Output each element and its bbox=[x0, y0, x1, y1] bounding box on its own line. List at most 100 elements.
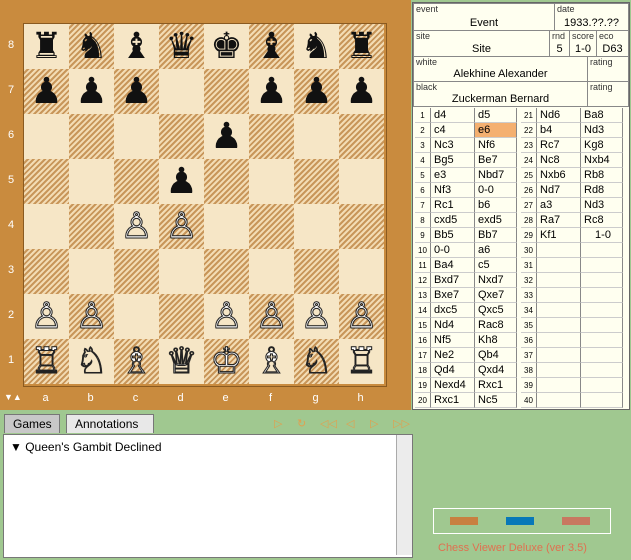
black-move[interactable] bbox=[581, 288, 623, 303]
square-c4[interactable]: ♙ bbox=[114, 204, 159, 249]
white-piece-icon[interactable]: ♙ bbox=[345, 294, 378, 339]
tab-games[interactable]: Games bbox=[4, 414, 60, 433]
white-piece-icon[interactable]: ♔ bbox=[210, 339, 243, 384]
black-move[interactable]: b6 bbox=[475, 198, 517, 213]
black-move[interactable]: Nd3 bbox=[581, 198, 623, 213]
square-c8[interactable]: ♝ bbox=[114, 24, 159, 69]
square-f8[interactable]: ♝ bbox=[249, 24, 294, 69]
square-a7[interactable]: ♟ bbox=[24, 69, 69, 114]
black-piece-icon[interactable]: ♟ bbox=[75, 69, 107, 114]
square-b7[interactable]: ♟ bbox=[69, 69, 114, 114]
white-move[interactable] bbox=[537, 318, 581, 333]
square-h6[interactable] bbox=[339, 114, 384, 159]
annotation-scrollbar[interactable] bbox=[396, 435, 412, 555]
black-move[interactable]: Qxd4 bbox=[475, 363, 517, 378]
black-move[interactable]: Nbd7 bbox=[475, 168, 517, 183]
black-move[interactable] bbox=[581, 273, 623, 288]
black-move[interactable] bbox=[581, 318, 623, 333]
white-move[interactable]: Rc7 bbox=[537, 138, 581, 153]
white-piece-icon[interactable]: ♗ bbox=[120, 339, 153, 384]
black-move[interactable]: Qxe7 bbox=[475, 288, 517, 303]
black-move[interactable]: Ba8 bbox=[581, 108, 623, 123]
black-move[interactable]: e6 bbox=[475, 123, 517, 138]
white-move[interactable] bbox=[537, 288, 581, 303]
white-move[interactable]: Ne2 bbox=[431, 348, 475, 363]
legend-swatch[interactable] bbox=[562, 517, 590, 525]
black-piece-icon[interactable]: ♟ bbox=[30, 69, 62, 114]
white-move[interactable]: Kf1 bbox=[537, 228, 581, 243]
square-g8[interactable]: ♞ bbox=[294, 24, 339, 69]
black-piece-icon[interactable]: ♚ bbox=[210, 24, 242, 69]
square-e4[interactable] bbox=[204, 204, 249, 249]
black-move[interactable]: Rxc1 bbox=[475, 378, 517, 393]
white-move[interactable]: e3 bbox=[431, 168, 475, 183]
white-piece-icon[interactable]: ♘ bbox=[75, 339, 108, 384]
black-piece-icon[interactable]: ♟ bbox=[345, 69, 377, 114]
black-move[interactable]: exd5 bbox=[475, 213, 517, 228]
square-d3[interactable] bbox=[159, 249, 204, 294]
white-move[interactable] bbox=[537, 333, 581, 348]
black-move[interactable]: Qb4 bbox=[475, 348, 517, 363]
square-c2[interactable] bbox=[114, 294, 159, 339]
square-g5[interactable] bbox=[294, 159, 339, 204]
white-piece-icon[interactable]: ♕ bbox=[165, 339, 198, 384]
white-move[interactable]: b4 bbox=[537, 123, 581, 138]
white-move[interactable]: cxd5 bbox=[431, 213, 475, 228]
black-move[interactable]: Nd3 bbox=[581, 123, 623, 138]
black-piece-icon[interactable]: ♟ bbox=[120, 69, 152, 114]
black-move[interactable]: Nf6 bbox=[475, 138, 517, 153]
white-piece-icon[interactable]: ♙ bbox=[75, 294, 108, 339]
white-move[interactable]: Nd6 bbox=[537, 108, 581, 123]
white-move[interactable]: Bb5 bbox=[431, 228, 475, 243]
white-move[interactable]: Ba4 bbox=[431, 258, 475, 273]
black-move[interactable] bbox=[581, 363, 623, 378]
tab-annotations[interactable]: Annotations bbox=[66, 414, 154, 433]
square-d6[interactable] bbox=[159, 114, 204, 159]
black-move[interactable]: Nc5 bbox=[475, 393, 517, 408]
square-h7[interactable]: ♟ bbox=[339, 69, 384, 114]
square-d7[interactable] bbox=[159, 69, 204, 114]
square-b2[interactable]: ♙ bbox=[69, 294, 114, 339]
legend-swatch[interactable] bbox=[450, 517, 478, 525]
square-g3[interactable] bbox=[294, 249, 339, 294]
square-g1[interactable]: ♘ bbox=[294, 339, 339, 384]
square-b6[interactable] bbox=[69, 114, 114, 159]
white-move[interactable]: Qd4 bbox=[431, 363, 475, 378]
square-a2[interactable]: ♙ bbox=[24, 294, 69, 339]
white-move[interactable]: a3 bbox=[537, 198, 581, 213]
black-move[interactable]: 0-0 bbox=[475, 183, 517, 198]
white-move[interactable]: Ra7 bbox=[537, 213, 581, 228]
black-move[interactable] bbox=[581, 393, 623, 408]
white-move[interactable]: Nexd4 bbox=[431, 378, 475, 393]
white-move[interactable]: Rxc1 bbox=[431, 393, 475, 408]
black-move[interactable]: Be7 bbox=[475, 153, 517, 168]
white-move[interactable]: c4 bbox=[431, 123, 475, 138]
black-move[interactable]: Nxb4 bbox=[581, 153, 623, 168]
black-move[interactable]: d5 bbox=[475, 108, 517, 123]
white-move[interactable]: Nc3 bbox=[431, 138, 475, 153]
white-piece-icon[interactable]: ♙ bbox=[210, 294, 243, 339]
square-d4[interactable]: ♙ bbox=[159, 204, 204, 249]
black-move[interactable]: Rc8 bbox=[581, 213, 623, 228]
black-piece-icon[interactable]: ♝ bbox=[255, 24, 287, 69]
square-e8[interactable]: ♚ bbox=[204, 24, 249, 69]
white-move[interactable] bbox=[537, 363, 581, 378]
white-piece-icon[interactable]: ♙ bbox=[255, 294, 288, 339]
square-h1[interactable]: ♖ bbox=[339, 339, 384, 384]
square-h2[interactable]: ♙ bbox=[339, 294, 384, 339]
square-c1[interactable]: ♗ bbox=[114, 339, 159, 384]
square-a5[interactable] bbox=[24, 159, 69, 204]
square-b8[interactable]: ♞ bbox=[69, 24, 114, 69]
square-e5[interactable] bbox=[204, 159, 249, 204]
white-move[interactable]: Nf3 bbox=[431, 183, 475, 198]
square-a3[interactable] bbox=[24, 249, 69, 294]
square-f5[interactable] bbox=[249, 159, 294, 204]
white-move[interactable]: Bxe7 bbox=[431, 288, 475, 303]
square-a4[interactable] bbox=[24, 204, 69, 249]
white-move[interactable] bbox=[537, 378, 581, 393]
square-d1[interactable]: ♕ bbox=[159, 339, 204, 384]
black-move[interactable]: Qxc5 bbox=[475, 303, 517, 318]
white-move[interactable]: Bg5 bbox=[431, 153, 475, 168]
square-g7[interactable]: ♟ bbox=[294, 69, 339, 114]
black-piece-icon[interactable]: ♛ bbox=[165, 24, 197, 69]
